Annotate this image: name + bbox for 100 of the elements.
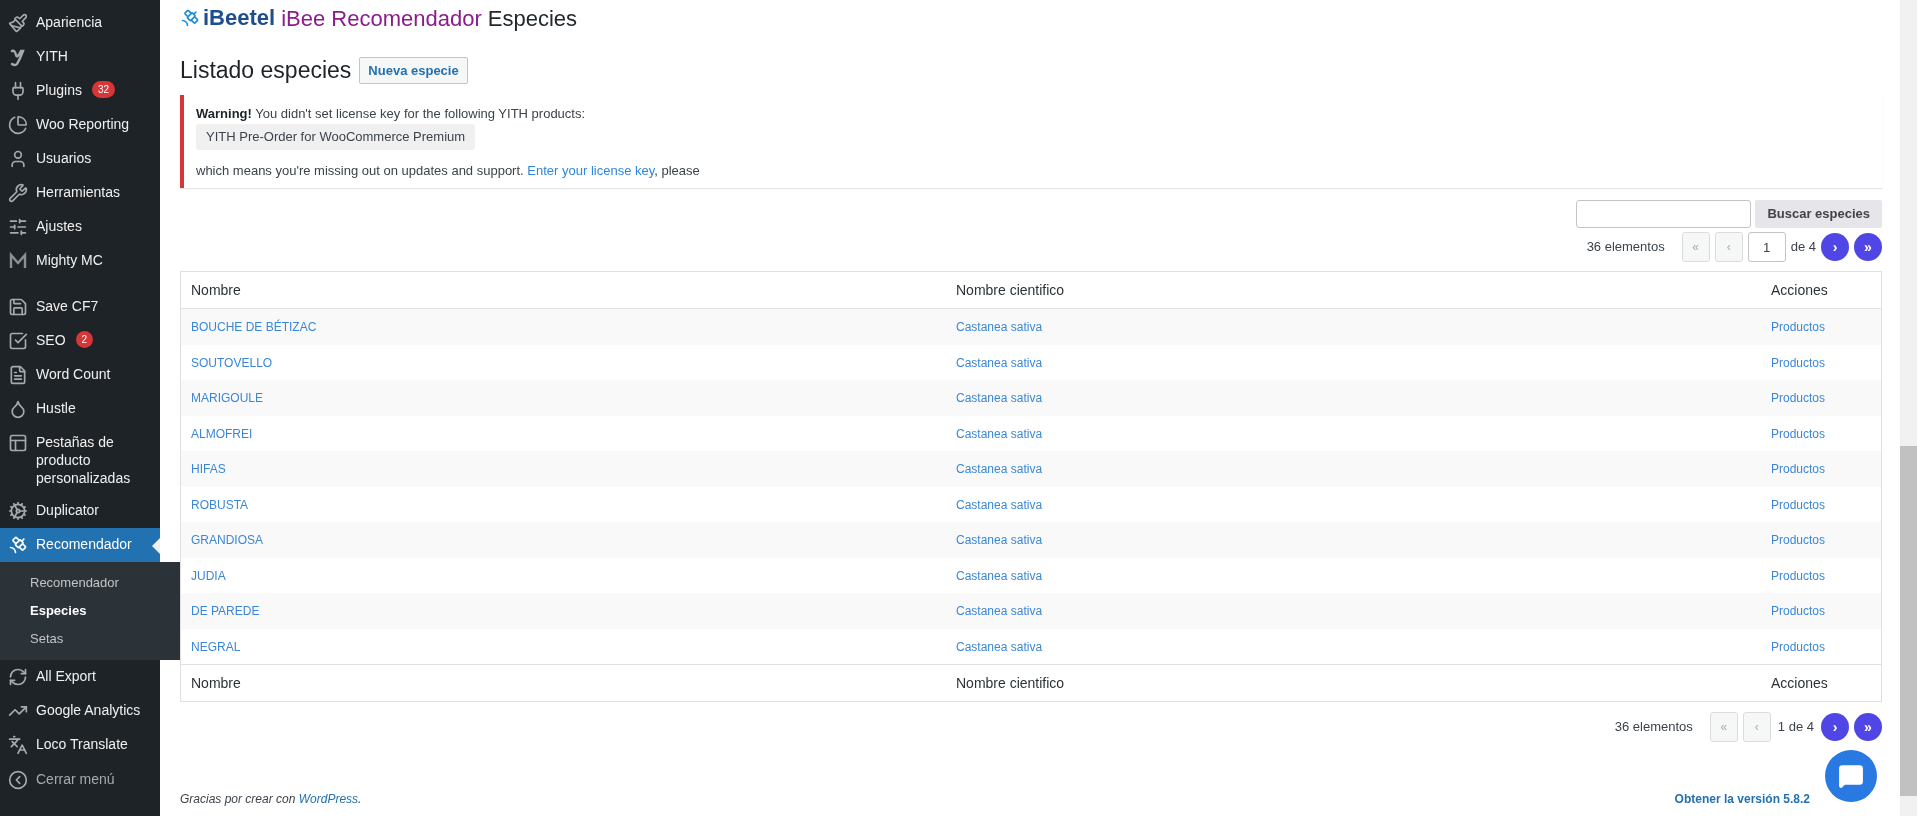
scientific-name-link[interactable]: Castanea sativa — [946, 355, 1053, 370]
column-header: Acciones — [1770, 280, 1829, 300]
m-letter-icon — [8, 251, 28, 271]
species-name-link[interactable]: BOUCHE DE BÉTIZAC — [181, 320, 327, 334]
species-name-link[interactable]: ROBUSTA — [181, 497, 259, 512]
sidebar-item[interactable]: Herramientas — [0, 176, 160, 210]
products-link[interactable]: Productos — [1761, 568, 1836, 583]
search-button[interactable]: Buscar especies — [1755, 200, 1882, 228]
products-link[interactable]: Productos — [1761, 497, 1836, 512]
item-count: 36 elementos — [1586, 238, 1665, 257]
page-status: 1 de 4 — [1777, 718, 1814, 737]
refresh-icon — [8, 667, 28, 687]
sidebar-label: All Export — [36, 667, 96, 685]
sidebar-item[interactable]: Apariencia — [0, 6, 160, 40]
species-name-link[interactable]: JUDIA — [181, 568, 236, 583]
sidebar-label: Woo Reporting — [36, 115, 130, 133]
collapse-icon — [8, 769, 28, 790]
page-number-field[interactable]: 1 — [1747, 232, 1786, 262]
sidebar-label: Ajustes — [36, 217, 82, 235]
species-name-link[interactable]: GRANDIOSA — [181, 533, 273, 547]
sidebar-label: Recomendador — [36, 535, 132, 553]
plugin-title: iBee Recomendador — [281, 4, 482, 33]
products-link[interactable]: Productos — [1761, 426, 1836, 441]
sidebar-item[interactable]: Ajustes — [0, 210, 160, 244]
species-name-link[interactable]: ALMOFREI — [181, 426, 263, 441]
scientific-name-link[interactable]: Castanea sativa — [946, 320, 1053, 334]
scientific-name-link[interactable]: Castanea sativa — [946, 497, 1053, 512]
document-icon — [8, 365, 28, 385]
user-icon — [8, 149, 28, 169]
sidebar-item[interactable]: Duplicator — [0, 494, 160, 528]
sidebar-item[interactable]: Recomendador — [0, 528, 160, 562]
column-footer: Nombre cientifico — [946, 672, 1761, 694]
sidebar-item[interactable]: YITH — [0, 40, 160, 74]
version-link[interactable]: Obtener la versión 5.8.2 — [1674, 790, 1810, 808]
scientific-name-link[interactable]: Castanea sativa — [946, 568, 1053, 583]
page-button[interactable]: › — [1821, 713, 1849, 741]
sidebar-item[interactable]: Pestañas de producto personalizadas — [0, 426, 160, 494]
sidebar-label: Duplicator — [36, 501, 100, 519]
new-species-button[interactable]: Nueva especie — [359, 56, 468, 84]
sidebar-label: Apariencia — [36, 13, 103, 31]
sidebar-label: Mighty MC — [36, 251, 103, 269]
pie-chart-icon — [8, 115, 28, 135]
products-link[interactable]: Productos — [1761, 639, 1836, 654]
sidebar-item[interactable]: Save CF7 — [0, 290, 160, 324]
page-button[interactable]: » — [1854, 233, 1882, 261]
sidebar-item[interactable]: Google Analytics — [0, 694, 160, 728]
column-footer: Acciones — [1761, 672, 1881, 694]
species-name-link[interactable]: HIFAS — [181, 462, 236, 476]
sidebar-item[interactable]: Woo Reporting — [0, 108, 160, 142]
submenu-item[interactable]: Especies — [0, 597, 180, 625]
paintbrush-icon — [8, 13, 28, 33]
scientific-name-link[interactable]: Castanea sativa — [946, 639, 1053, 654]
scientific-name-link[interactable]: Castanea sativa — [946, 604, 1053, 618]
species-name-link[interactable]: NEGRAL — [181, 639, 251, 654]
page-button[interactable]: › — [1821, 233, 1849, 261]
products-link[interactable]: Productos — [1761, 462, 1836, 476]
count-badge: 2 — [75, 331, 94, 348]
count-badge: 32 — [91, 81, 116, 98]
column-header: Nombre — [190, 280, 242, 300]
chat-icon — [1838, 763, 1864, 789]
droplet-icon — [8, 399, 28, 419]
sidebar-item[interactable]: Word Count — [0, 358, 160, 392]
sidebar-label: Loco Translate — [36, 735, 128, 753]
scientific-name-link[interactable]: Castanea sativa — [946, 391, 1053, 405]
species-name-link[interactable]: DE PAREDE — [181, 604, 270, 618]
products-link[interactable]: Productos — [1761, 355, 1836, 370]
scientific-name-link[interactable]: Castanea sativa — [946, 462, 1053, 476]
products-link[interactable]: Productos — [1761, 604, 1836, 618]
sidebar-label: Herramientas — [36, 183, 121, 201]
sidebar-item[interactable]: Loco Translate — [0, 728, 160, 762]
collapse-menu-button[interactable]: Cerrar menú — [0, 762, 123, 797]
sidebar-item[interactable]: Hustle — [0, 392, 160, 426]
wrench-icon — [8, 183, 28, 203]
notice-text: Warning! You didn't set license key for the following YITH products: — [196, 104, 587, 123]
products-link[interactable]: Productos — [1761, 391, 1836, 405]
species-name-link[interactable]: SOUTOVELLO — [181, 355, 283, 370]
species-name-link[interactable]: MARIGOULE — [181, 391, 273, 405]
page-total: de 4 — [1790, 238, 1816, 257]
sidebar-label: YITH — [36, 47, 68, 65]
products-link[interactable]: Productos — [1761, 320, 1836, 334]
page-button[interactable]: » — [1854, 713, 1882, 741]
search-field[interactable] — [1576, 200, 1752, 228]
logo: iBeetel — [180, 7, 276, 29]
sidebar-item[interactable]: All Export — [0, 660, 160, 694]
scientific-name-link[interactable]: Castanea sativa — [946, 533, 1053, 547]
sidebar-label: Usuarios — [36, 149, 92, 167]
sidebar-label: Word Count — [36, 365, 111, 383]
sidebar-item[interactable]: Mighty MC — [0, 244, 160, 278]
sidebar-item[interactable]: Plugins 32 — [0, 74, 160, 108]
chat-button[interactable] — [1825, 750, 1877, 802]
scientific-name-link[interactable]: Castanea sativa — [946, 426, 1053, 441]
sidebar-item[interactable]: Usuarios — [0, 142, 160, 176]
product-tag: YITH Pre-Order for WooCommerce Premium — [196, 124, 476, 150]
submenu-item[interactable]: Recomendador — [0, 569, 180, 597]
products-link[interactable]: Productos — [1761, 533, 1836, 547]
sidebar-item[interactable]: SEO 2 — [0, 324, 160, 358]
sliders-icon — [8, 217, 28, 237]
sidebar-label: Hustle — [36, 399, 76, 417]
submenu-item[interactable]: Setas — [0, 625, 180, 653]
page-subtitle: Especies — [487, 4, 577, 33]
